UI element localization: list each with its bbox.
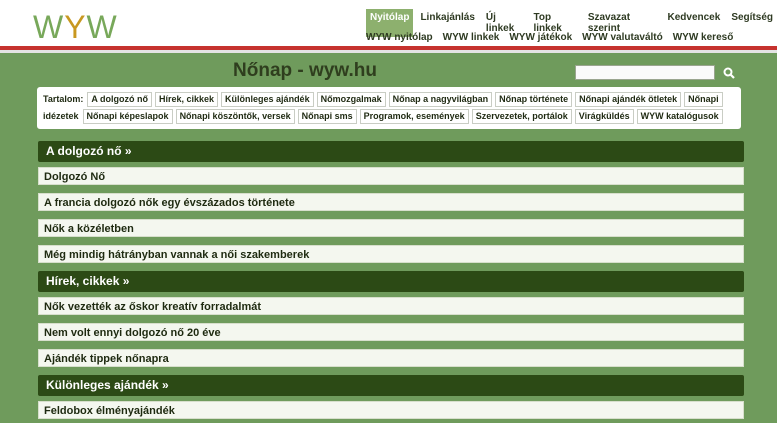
subnav-home[interactable]: WYW nyitólap <box>366 32 433 43</box>
header: WYW Nyitólap Linkajánlás Új linkek Top l… <box>0 0 777 50</box>
toc-link[interactable]: Nőmozgalmak <box>316 92 386 107</box>
toc-link[interactable]: Nőnapi képeslapok <box>82 109 173 124</box>
logo-letter: Y <box>64 9 87 45</box>
site-logo[interactable]: WYW <box>33 9 118 46</box>
toc-link[interactable]: A dolgozó nő <box>87 92 152 107</box>
link-item[interactable]: Nem volt ennyi dolgozó nő 20 éve <box>38 323 744 341</box>
link-item[interactable]: Nők vezették az őskor kreatív forradalmá… <box>38 297 744 315</box>
toc-link[interactable]: WYW katalógusok <box>636 109 723 124</box>
search-button[interactable] <box>720 64 738 82</box>
toc-link[interactable]: Különleges ajándék <box>221 92 314 107</box>
subnav-currency[interactable]: WYW valutaváltó <box>582 32 663 43</box>
search-icon <box>723 67 735 79</box>
section-header-news[interactable]: Hírek, cikkek » <box>38 271 744 292</box>
section-header-working-woman[interactable]: A dolgozó nő » <box>38 141 744 162</box>
link-item[interactable]: A francia dolgozó nők egy évszázados tör… <box>38 193 744 211</box>
toc-link[interactable]: Nőnap a nagyvilágban <box>388 92 493 107</box>
link-item[interactable]: Dolgozó Nő <box>38 167 744 185</box>
toc-label: Tartalom: <box>43 94 84 104</box>
sub-navigation: WYW nyitólap WYW linkek WYW játékok WYW … <box>366 32 733 43</box>
nav-help[interactable]: Segítség <box>727 9 777 37</box>
section-header-special-gift[interactable]: Különleges ajándék » <box>38 375 744 396</box>
link-item[interactable]: Ajándék tippek nőnapra <box>38 349 744 367</box>
link-item[interactable]: Feldobox élményajándék <box>38 401 744 419</box>
link-item[interactable]: Nők a közéletben <box>38 219 744 237</box>
toc-link[interactable]: Nőnapi köszöntők, versek <box>175 109 295 124</box>
link-item[interactable]: Még mindig hátrányban vannak a női szake… <box>38 245 744 263</box>
search-input[interactable] <box>575 65 715 80</box>
toc-link[interactable]: Szervezetek, portálok <box>471 109 572 124</box>
toc-link[interactable]: Nőnapi sms <box>297 109 357 124</box>
toc-link[interactable]: Nőnapi ajándék ötletek <box>575 92 682 107</box>
logo-letter: W <box>86 9 118 45</box>
subnav-search[interactable]: WYW kereső <box>673 32 734 43</box>
toc-link[interactable]: Programok, események <box>359 109 469 124</box>
toc-link[interactable]: Hírek, cikkek <box>155 92 219 107</box>
toc-link[interactable]: Nőnap története <box>495 92 573 107</box>
link-sections: A dolgozó nő » Dolgozó Nő A francia dolg… <box>38 141 744 423</box>
page-title: Nőnap - wyw.hu <box>233 60 377 81</box>
toc-link[interactable]: Nőnapi <box>684 92 723 107</box>
toc-link[interactable]: Virágküldés <box>574 109 634 124</box>
toc-link[interactable]: idézetek <box>43 108 79 125</box>
logo-letter: W <box>33 9 65 45</box>
header-shadow <box>0 50 777 53</box>
subnav-links[interactable]: WYW linkek <box>443 32 500 43</box>
table-of-contents: Tartalom: A dolgozó nő Hírek, cikkek Kül… <box>37 87 741 129</box>
subnav-games[interactable]: WYW játékok <box>509 32 572 43</box>
